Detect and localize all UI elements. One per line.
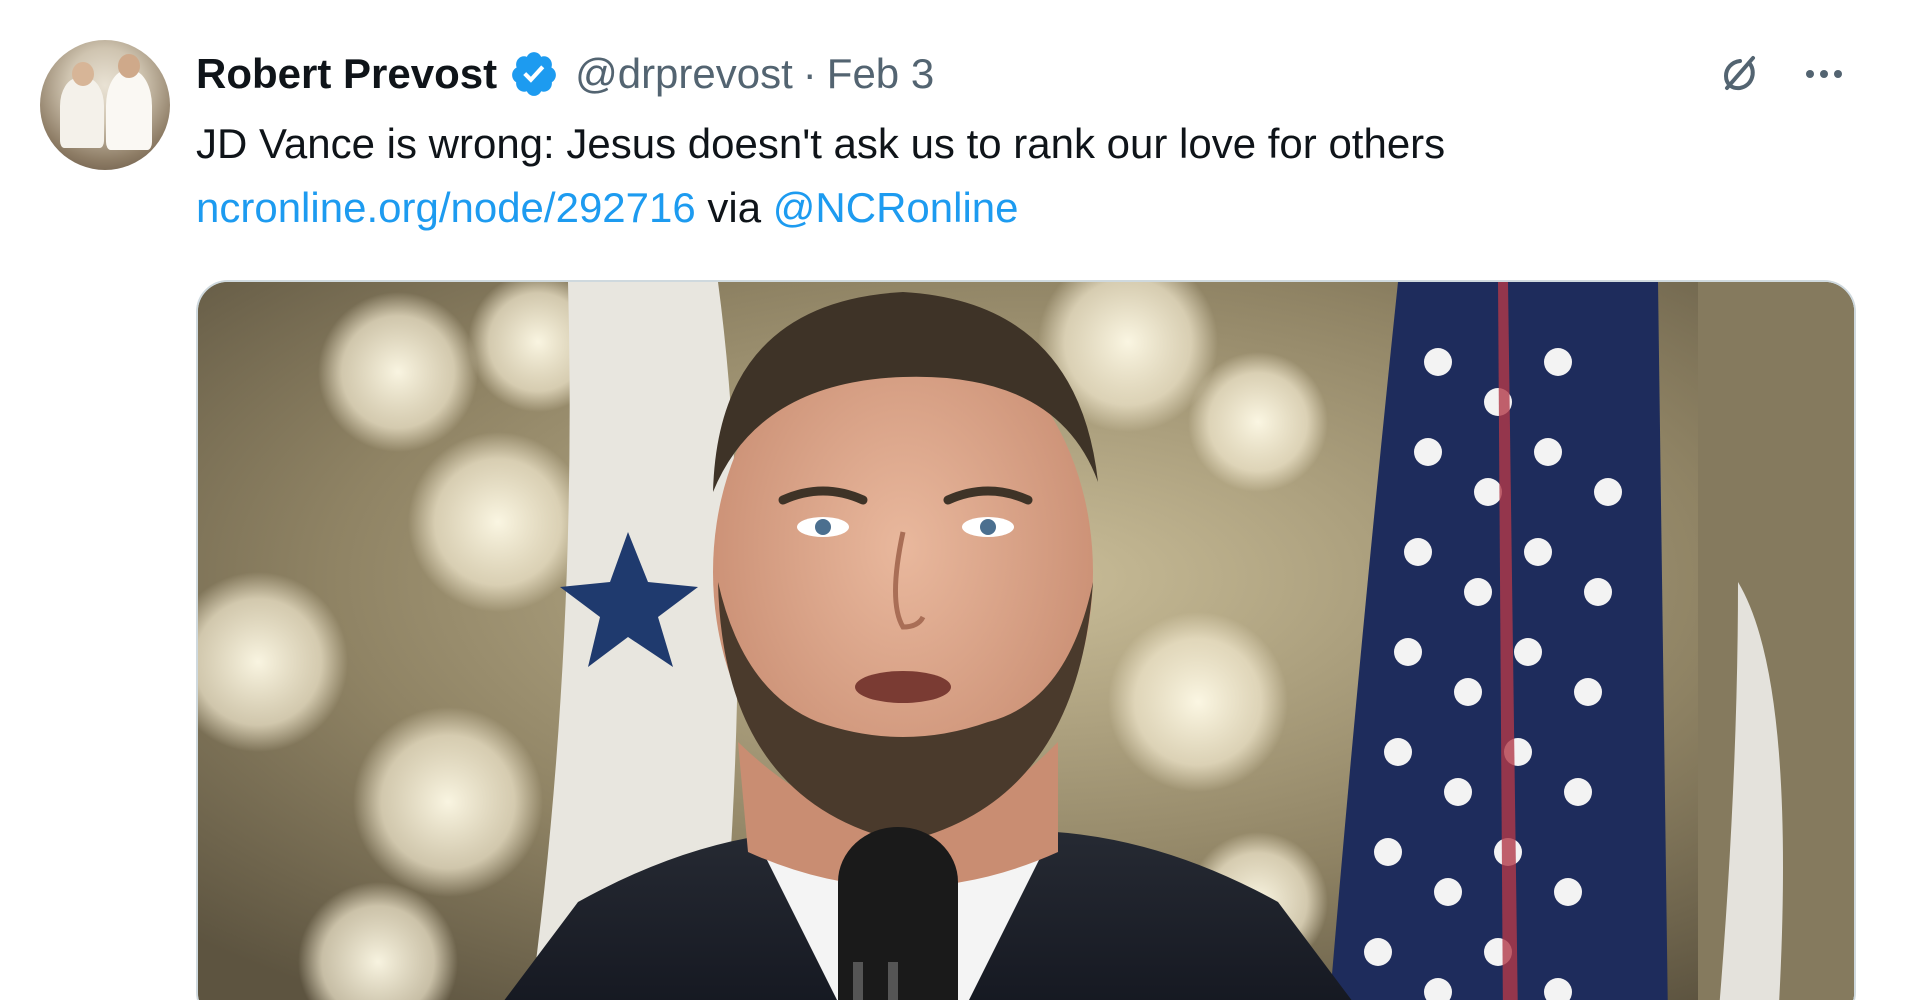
author-name[interactable]: Robert Prevost bbox=[196, 50, 497, 98]
more-options-icon[interactable] bbox=[1798, 54, 1850, 94]
photo-of-speaker-at-microphone bbox=[198, 282, 1854, 1000]
avatar-face-right bbox=[118, 54, 140, 78]
article-link[interactable]: ncronline.org/node/292716 bbox=[196, 184, 696, 231]
tweet-text: JD Vance is wrong: Jesus doesn't ask us … bbox=[196, 112, 1836, 240]
via-text: via bbox=[707, 184, 762, 231]
mention-link[interactable]: @NCRonline bbox=[773, 184, 1019, 231]
tweet-media-photo[interactable] bbox=[196, 280, 1856, 1000]
tweet-header: Robert Prevost @drprevost · Feb 3 bbox=[196, 46, 934, 102]
verified-badge-icon[interactable] bbox=[509, 49, 559, 99]
tweet[interactable]: Robert Prevost @drprevost · Feb 3 JD Van… bbox=[0, 0, 1910, 1000]
avatar-figure-right bbox=[106, 70, 152, 150]
avatar-face-left bbox=[72, 62, 94, 86]
tweet-text-line: JD Vance is wrong: Jesus doesn't ask us … bbox=[196, 120, 1446, 167]
avatar-figure-left bbox=[60, 78, 104, 148]
tweet-link-line: ncronline.org/node/292716 via @NCRonline bbox=[196, 176, 1836, 240]
author-handle[interactable]: @drprevost bbox=[575, 50, 793, 98]
separator-dot: · bbox=[802, 50, 817, 97]
grok-icon[interactable] bbox=[1712, 46, 1768, 102]
avatar[interactable] bbox=[40, 40, 170, 170]
tweet-date[interactable]: Feb 3 bbox=[827, 50, 934, 98]
